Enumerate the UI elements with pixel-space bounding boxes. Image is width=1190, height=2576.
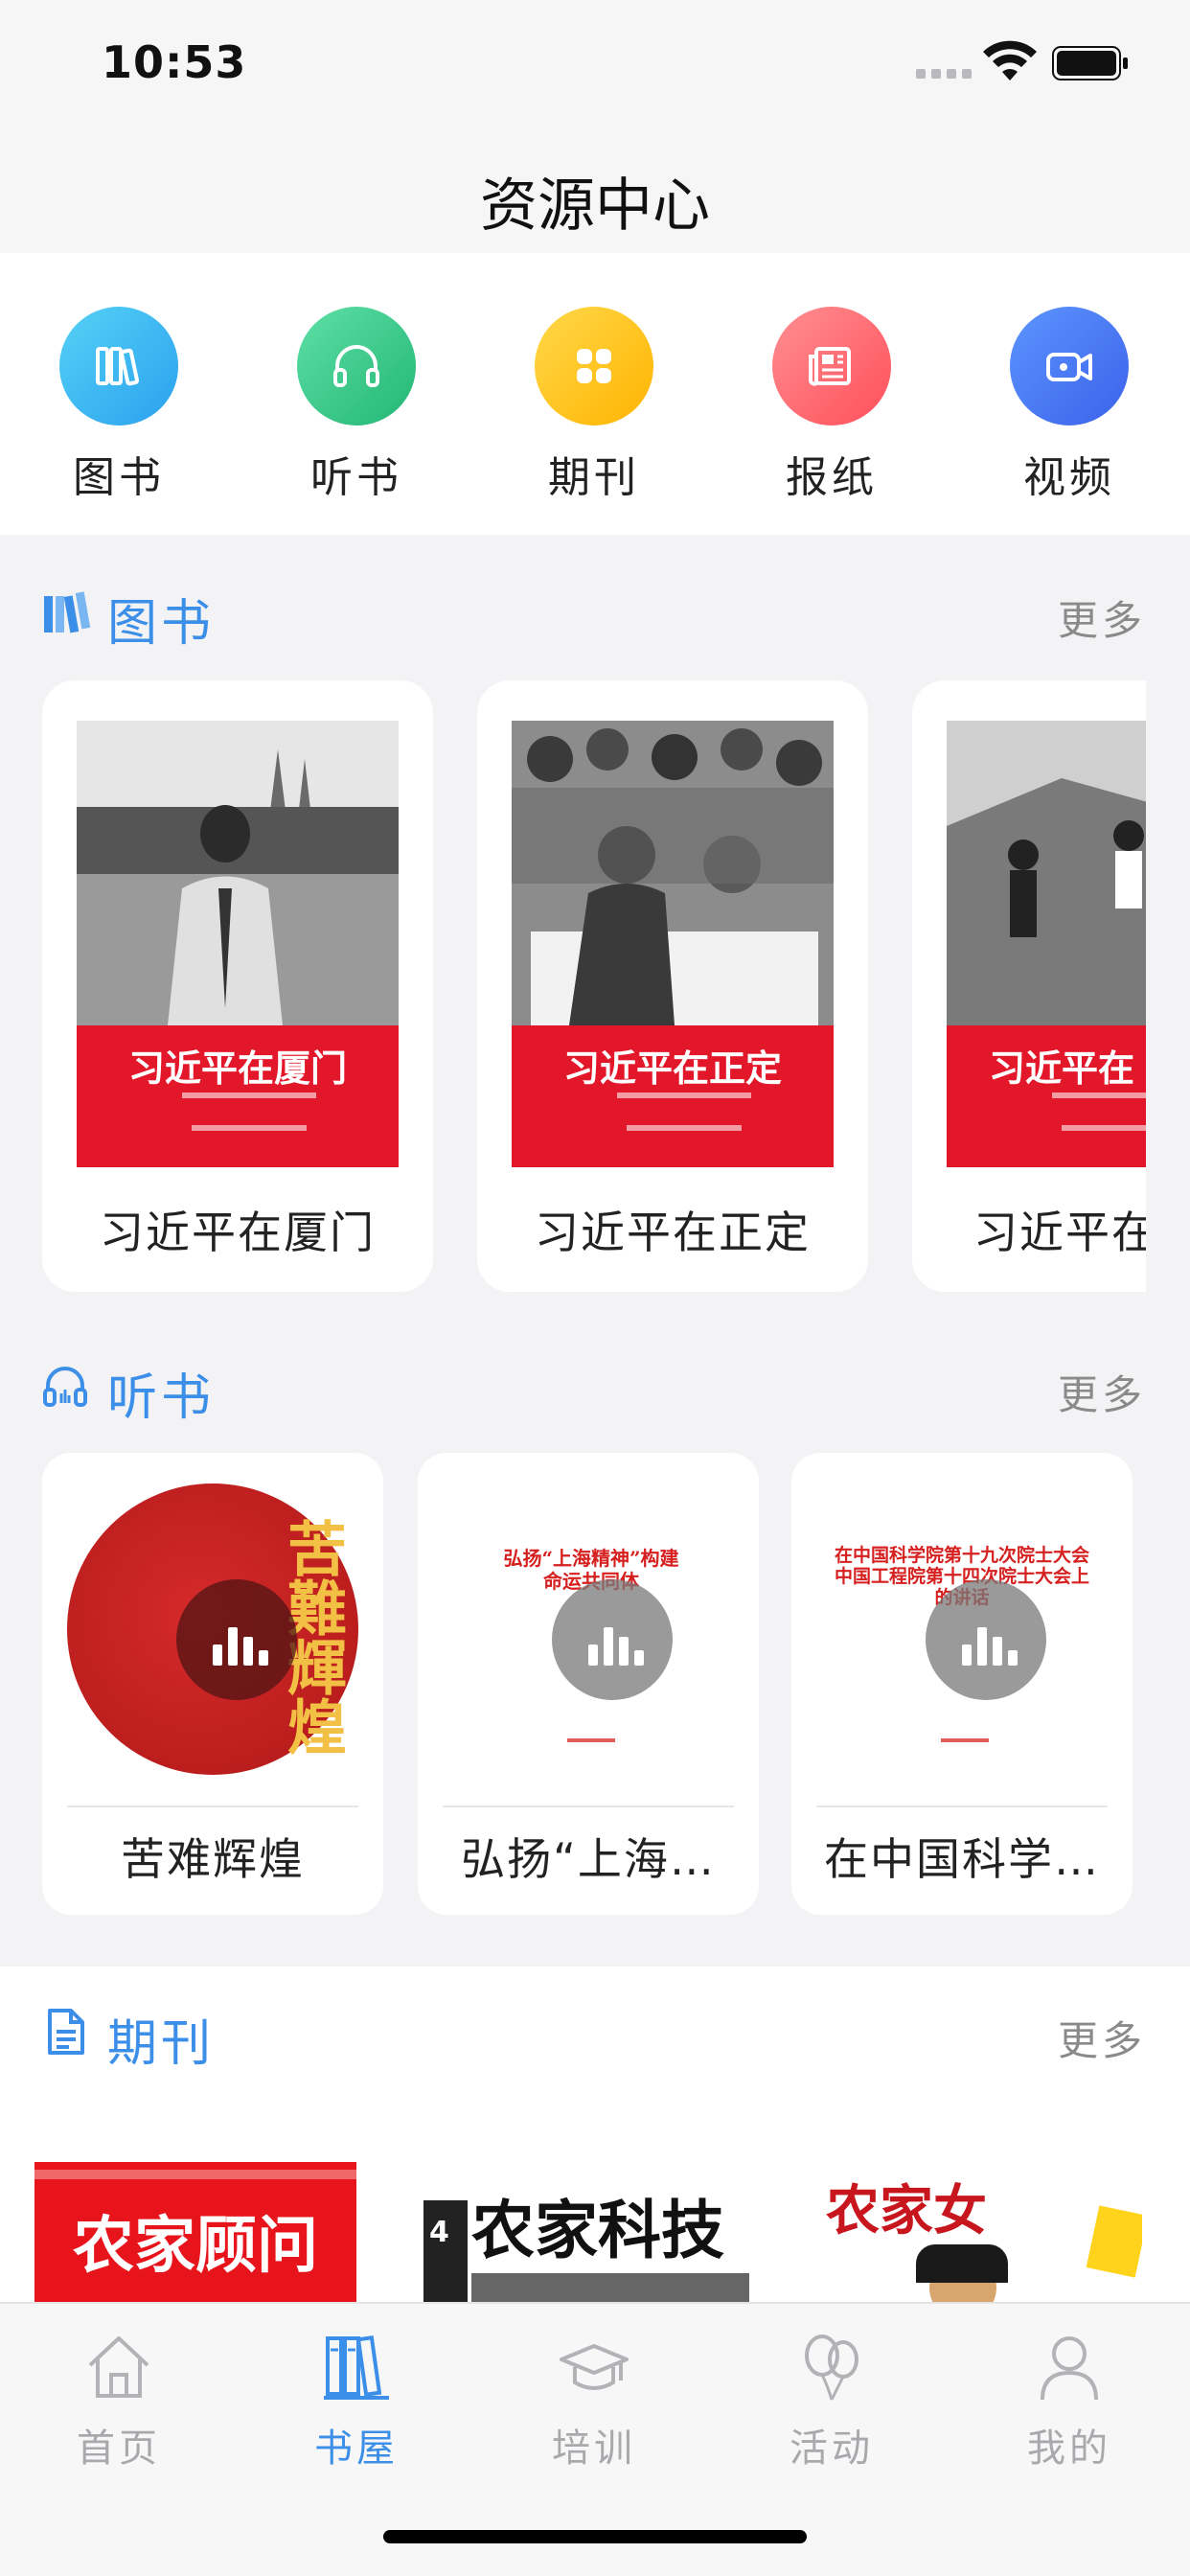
book-title: 习近平在正定 [535, 1207, 811, 1258]
tab-bookshelf[interactable]: 书屋 [261, 2331, 452, 2474]
category-periodicals[interactable]: 期刊 [498, 307, 690, 508]
category-audiobooks[interactable]: 听书 [261, 307, 452, 508]
book-card[interactable]: 习近平在 习近平在 [912, 680, 1146, 1292]
cover-band: 习近平在正定 [512, 1025, 834, 1167]
nav-bar: 资源中心 [0, 134, 1190, 253]
bookshelf-icon [324, 2335, 389, 2400]
periodical-title: 农家顾问 [73, 2210, 318, 2282]
audiobook-title: 在中国科学… [824, 1833, 1100, 1885]
book-title: 习近平在厦门 [100, 1207, 376, 1258]
divider [67, 1806, 358, 1807]
audiobook-cover: 弘扬“上海精神”构建命运共同体 [443, 1484, 734, 1775]
audiobook-card[interactable]: 苦難輝煌 苦难辉煌 [42, 1453, 383, 1915]
audio-section-header: 听书 更多 [0, 1338, 1190, 1434]
cover-title: 习近平在厦门 [127, 1046, 347, 1090]
document-icon [48, 2009, 84, 2055]
play-audio-icon[interactable] [552, 1579, 673, 1700]
page-title: 资源中心 [480, 172, 710, 240]
category-books[interactable]: 图书 [23, 307, 215, 508]
periodicals-more-link[interactable]: 更多 [1058, 2009, 1146, 2067]
newspaper-icon [809, 347, 851, 386]
book-cover: 习近平在厦门 [77, 721, 399, 1167]
video-camera-icon [1046, 353, 1092, 381]
category-label: 听书 [310, 453, 402, 502]
tab-label: 书屋 [314, 2426, 399, 2471]
audiobook-cover: 苦難輝煌 [67, 1484, 358, 1775]
wifi-icon [983, 40, 1037, 80]
audiobook-title: 苦难辉煌 [121, 1833, 305, 1885]
category-newspapers[interactable]: 报纸 [736, 307, 927, 508]
periodicals-section: 期刊 更多 农家顾问 4 农家科技 农家女 [0, 1966, 1190, 2302]
tab-label: 活动 [790, 2426, 874, 2471]
audiobook-card[interactable]: 弘扬“上海精神”构建命运共同体 弘扬“上海… [418, 1453, 759, 1915]
cellular-signal-icon [916, 69, 972, 79]
audio-more-link[interactable]: 更多 [1058, 1363, 1146, 1421]
cover-title: 习近平在 [988, 1046, 1134, 1090]
category-row: 图书 听书 期刊 报纸 视频 [0, 253, 1190, 535]
periodical-cover[interactable]: 农家女 [816, 2162, 1142, 2302]
periodical-cover[interactable]: 农家顾问 [34, 2162, 356, 2302]
category-label: 期刊 [548, 453, 640, 502]
cover-band: 习近平在 [947, 1025, 1146, 1167]
category-label: 图书 [73, 453, 165, 502]
home-icon [88, 2336, 149, 2398]
person-icon [1041, 2336, 1098, 2401]
battery-icon [1052, 46, 1128, 80]
section-title: 图书 [107, 595, 216, 653]
status-bar: 10:53 [0, 0, 1190, 134]
cover-title: 习近平在正定 [562, 1046, 782, 1090]
periodical-title: 农家女 [826, 2179, 987, 2242]
category-label: 报纸 [786, 453, 878, 502]
clover-icon [577, 349, 611, 383]
status-time: 10:53 [102, 36, 247, 88]
cover-band: 习近平在厦门 [77, 1025, 399, 1167]
books-section-header: 图书 更多 [0, 564, 1190, 659]
periodical-title: 农家科技 [471, 2193, 724, 2267]
cover-photo [947, 721, 1146, 1025]
play-audio-icon[interactable] [926, 1579, 1046, 1700]
tab-home[interactable]: 首页 [23, 2331, 215, 2474]
headphones-section-icon [43, 1367, 87, 1407]
book-card-clip: 习近平在 习近平在 [912, 680, 1146, 1292]
book-cover: 习近平在 [947, 721, 1146, 1167]
tab-activities[interactable]: 活动 [736, 2331, 927, 2474]
tab-label: 我的 [1027, 2426, 1111, 2471]
books-section-icon [44, 591, 90, 633]
book-card[interactable]: 习近平在厦门 习近平在厦门 [42, 680, 433, 1292]
balloons-icon [805, 2334, 858, 2401]
section-title: 期刊 [107, 2015, 216, 2073]
cover-photo [512, 721, 834, 1025]
tab-label: 首页 [77, 2426, 161, 2471]
periodical-cover[interactable]: 4 农家科技 [423, 2162, 749, 2302]
audiobook-card[interactable]: 在中国科学院第十九次院士大会中国工程院第十四次院士大会上的讲话 在中国科学… [791, 1453, 1133, 1915]
tab-label: 培训 [552, 2426, 636, 2471]
audiobook-title: 弘扬“上海… [461, 1833, 716, 1885]
divider [816, 1806, 1108, 1807]
tab-profile[interactable]: 我的 [973, 2331, 1165, 2474]
books-more-link[interactable]: 更多 [1058, 588, 1146, 647]
audiobook-cover: 在中国科学院第十九次院士大会中国工程院第十四次院士大会上的讲话 [816, 1484, 1108, 1775]
section-title: 听书 [107, 1369, 216, 1427]
home-indicator[interactable] [383, 2530, 807, 2543]
graduation-cap-icon [560, 2344, 629, 2390]
headphones-icon [333, 345, 379, 387]
category-videos[interactable]: 视频 [973, 307, 1165, 508]
book-card[interactable]: 习近平在正定 习近平在正定 [477, 680, 868, 1292]
periodicals-section-header: 期刊 更多 [0, 1984, 1190, 2080]
book-cover: 习近平在正定 [512, 721, 834, 1167]
books-icon [96, 347, 140, 386]
divider [443, 1806, 734, 1807]
tab-training[interactable]: 培训 [498, 2331, 690, 2474]
cover-photo [77, 721, 399, 1025]
category-label: 视频 [1023, 453, 1115, 502]
book-title: 习近平在 [973, 1207, 1146, 1258]
play-audio-icon[interactable] [176, 1579, 297, 1700]
